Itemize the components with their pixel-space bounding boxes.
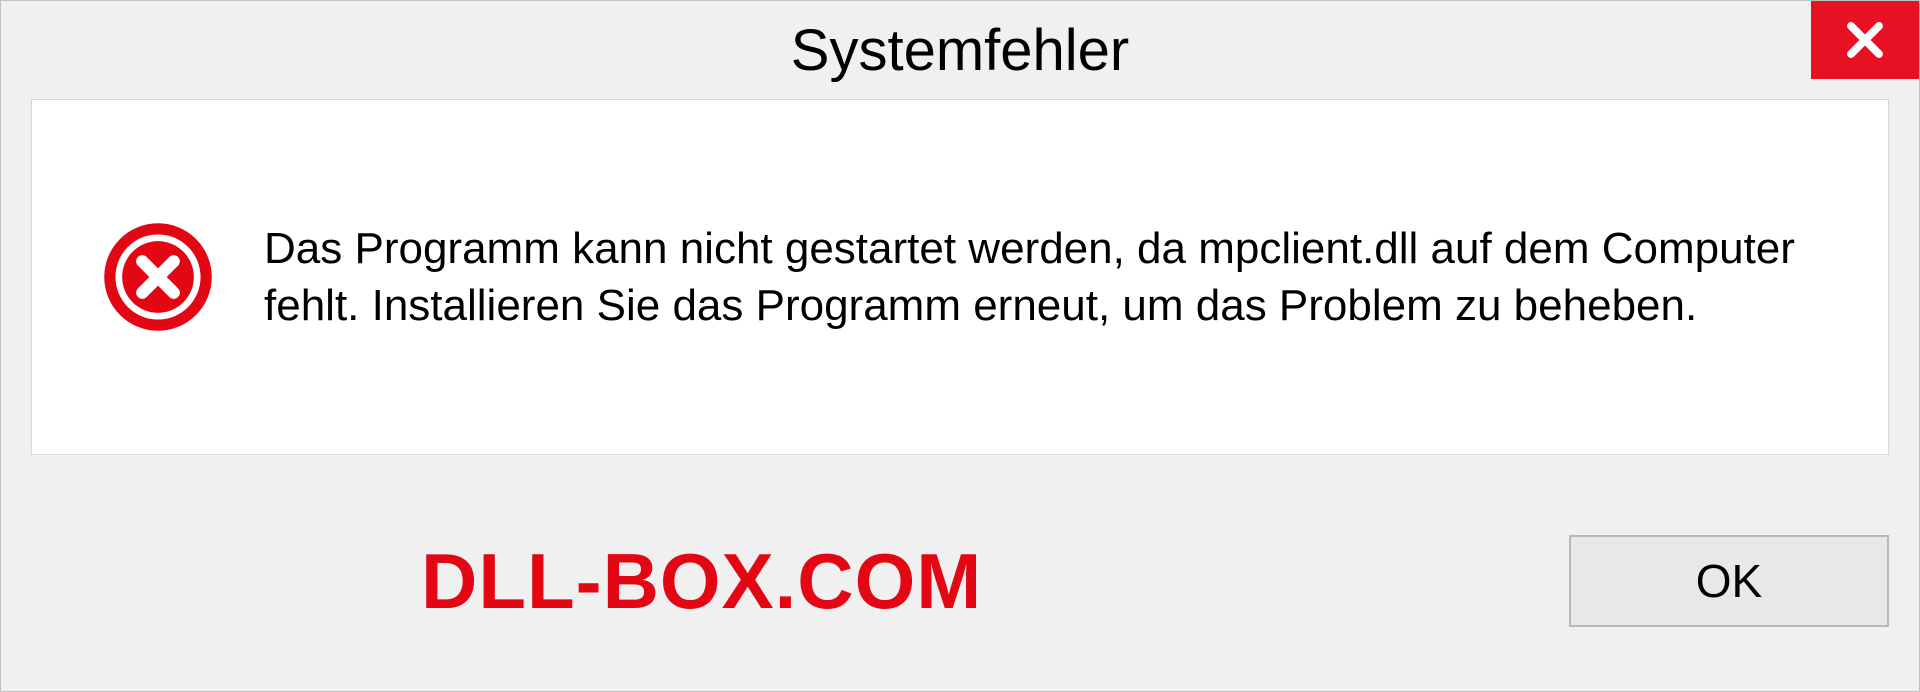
close-button[interactable] [1811, 1, 1919, 79]
content-panel: Das Programm kann nicht gestartet werden… [31, 99, 1889, 455]
ok-button[interactable]: OK [1569, 535, 1889, 627]
error-message: Das Programm kann nicht gestartet werden… [264, 220, 1818, 334]
error-icon [102, 221, 214, 333]
dialog-footer: DLL-BOX.COM OK [1, 491, 1919, 691]
error-dialog: Systemfehler Das Programm kann nicht ges… [0, 0, 1920, 692]
close-icon [1844, 19, 1886, 61]
watermark-text: DLL-BOX.COM [421, 536, 982, 627]
title-bar: Systemfehler [1, 1, 1919, 99]
dialog-title: Systemfehler [791, 17, 1129, 84]
